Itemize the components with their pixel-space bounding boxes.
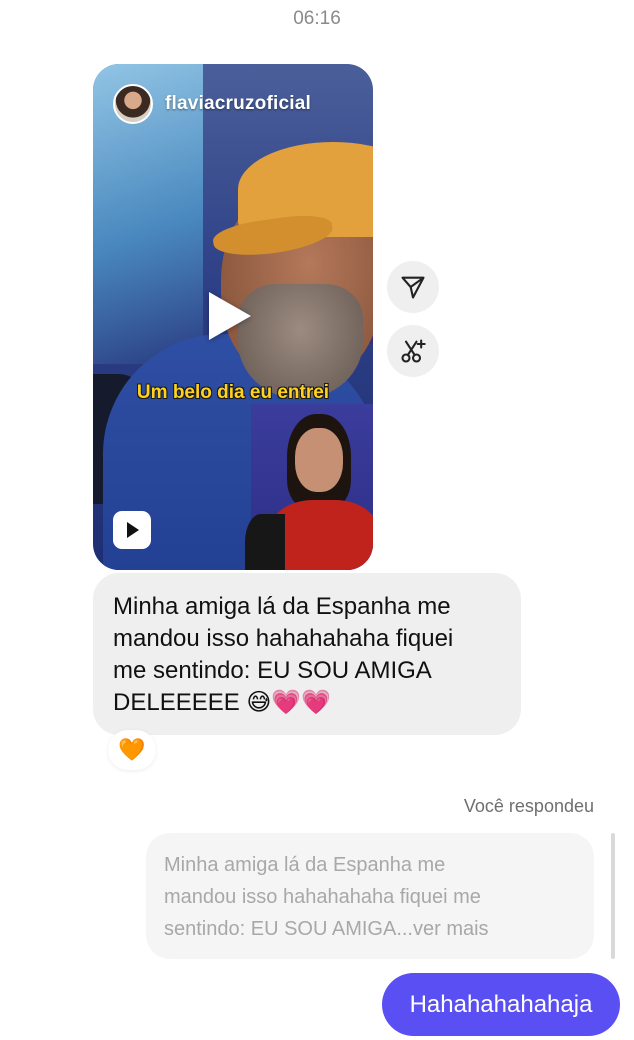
remix-icon (401, 339, 426, 363)
heart-reaction[interactable]: 🧡 (108, 730, 156, 770)
quote-indicator-bar (611, 833, 615, 959)
sent-message[interactable]: Hahahahahahaja (382, 973, 620, 1036)
quoted-line: Minha amiga lá da Espanha me (164, 854, 446, 876)
share-button[interactable] (387, 261, 439, 313)
quoted-message[interactable]: Minha amiga lá da Espanha me mandou isso… (146, 833, 594, 959)
received-line: DELEEEEE 😅💗💗 (113, 689, 332, 716)
chat-screen: 06:16 flaviacruzoficial Um belo dia eu e… (0, 0, 634, 1040)
message-timestamp: 06:16 (293, 8, 341, 29)
author-avatar[interactable] (113, 84, 153, 124)
shared-reel-card[interactable]: flaviacruzoficial Um belo dia eu entrei (93, 64, 373, 570)
received-message[interactable]: Minha amiga lá da Espanha me mandou isso… (93, 573, 521, 735)
reel-caption: Um belo dia eu entrei (136, 382, 330, 403)
reels-icon (113, 511, 151, 549)
share-icon (401, 276, 425, 299)
replied-label: Você respondeu (463, 796, 594, 816)
received-line: me sentindo: EU SOU AMIGA (113, 657, 432, 684)
received-line: mandou isso hahahahaha fiquei (113, 625, 454, 652)
author-username[interactable]: flaviacruzoficial (165, 93, 311, 115)
quoted-line: mandou isso hahahahaha fiquei me (164, 886, 481, 908)
play-icon[interactable] (209, 292, 251, 340)
pip-coat (245, 514, 285, 570)
reel-picture-in-picture (245, 404, 373, 570)
orange-heart-icon: 🧡 (118, 737, 146, 762)
remix-button[interactable] (387, 325, 439, 377)
reel-author[interactable]: flaviacruzoficial (113, 84, 311, 124)
quoted-line: sentindo: EU SOU AMIGA...ver mais (164, 918, 489, 940)
received-line: Minha amiga lá da Espanha me (113, 593, 451, 620)
pip-face (295, 428, 343, 492)
